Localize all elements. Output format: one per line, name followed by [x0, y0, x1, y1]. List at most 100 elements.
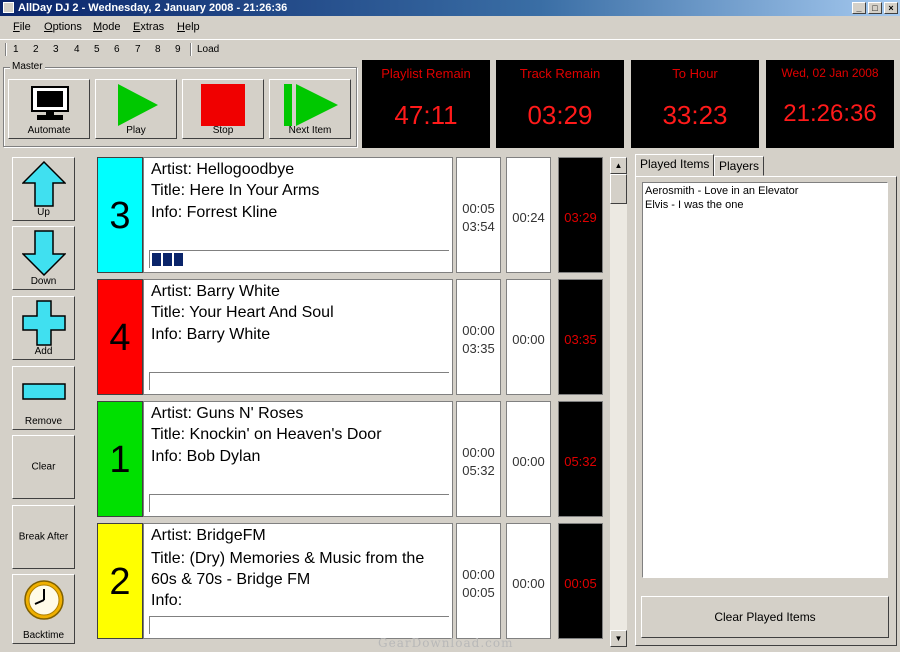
- arrow-down-icon: [21, 230, 67, 279]
- stop-label: Stop: [212, 125, 234, 136]
- break-after-label: Break After: [18, 531, 69, 543]
- remain-box: 00:05: [558, 523, 603, 639]
- scroll-up-arrow[interactable]: ▲: [610, 157, 627, 174]
- maximize-button[interactable]: □: [868, 2, 882, 14]
- hotkey-toolbar: 1 2 3 4 5 6 7 8 9 Load: [0, 39, 900, 58]
- down-label: Down: [30, 276, 57, 287]
- close-button[interactable]: ×: [884, 2, 898, 14]
- hotkey-6-button[interactable]: 6: [114, 44, 120, 55]
- progress-bar: [149, 616, 449, 634]
- playlist-item[interactable]: 1 Artist: Guns N' Roses Title: Knockin' …: [93, 398, 606, 518]
- clear-button[interactable]: Clear: [12, 435, 75, 499]
- display-caption: To Hour: [672, 66, 718, 81]
- progress-bar: [149, 494, 449, 512]
- item-artist: Artist: BridgeFM: [151, 527, 266, 544]
- playlist-item[interactable]: 4 Artist: Barry White Title: Your Heart …: [93, 276, 606, 396]
- item-details: Artist: Hellogoodbye Title: Here In Your…: [143, 157, 453, 273]
- stop-icon: [201, 84, 245, 129]
- to-hour-display: To Hour 33:23: [631, 60, 759, 148]
- remove-label: Remove: [24, 416, 63, 427]
- hotkey-9-button[interactable]: 9: [175, 44, 181, 55]
- item-info: Info:: [151, 592, 183, 609]
- playlist-item[interactable]: 2 Artist: BridgeFM Title: (Dry) Memories…: [93, 520, 606, 640]
- minimize-button[interactable]: _: [852, 2, 866, 14]
- item-number: 2: [97, 523, 143, 639]
- scroll-down-arrow[interactable]: ▼: [610, 630, 627, 647]
- hotkey-4-button[interactable]: 4: [74, 44, 80, 55]
- menu-help[interactable]: Help: [177, 21, 200, 33]
- progress-block: [152, 253, 161, 266]
- intro-box: 00:24: [506, 157, 551, 273]
- item-intro: 00:24: [512, 210, 545, 225]
- position-length-box: 00:05 03:54: [456, 157, 501, 273]
- hotkey-5-button[interactable]: 5: [94, 44, 100, 55]
- list-item[interactable]: Elvis - I was the one: [645, 199, 743, 211]
- backtime-button[interactable]: Backtime: [12, 574, 75, 644]
- track-remain-display: Track Remain 03:29: [496, 60, 624, 148]
- menu-options[interactable]: Options: [44, 21, 82, 33]
- progress-block: [163, 253, 172, 266]
- hotkey-2-button[interactable]: 2: [33, 44, 39, 55]
- item-artist: Artist: Barry White: [151, 283, 280, 300]
- master-label: Master: [10, 61, 45, 72]
- stop-button[interactable]: Stop: [182, 79, 264, 139]
- arrow-up-icon: [21, 160, 67, 210]
- item-length: 00:05: [462, 585, 495, 600]
- playlist-remain-display: Playlist Remain 47:11: [362, 60, 490, 148]
- tab-played-items[interactable]: Played Items: [635, 154, 715, 176]
- item-intro: 00:00: [512, 454, 545, 469]
- item-title: Title: Here In Your Arms: [151, 182, 320, 199]
- item-position: 00:00: [462, 567, 495, 582]
- item-remain: 03:35: [564, 332, 597, 347]
- item-info: Info: Barry White: [151, 326, 271, 343]
- clear-played-items-button[interactable]: Clear Played Items: [641, 596, 889, 638]
- item-title: Title: Knockin' on Heaven's Door: [151, 426, 382, 443]
- minus-icon: [22, 383, 66, 404]
- playlist-item[interactable]: 3 Artist: Hellogoodbye Title: Here In Yo…: [93, 154, 606, 274]
- item-position: 00:00: [462, 323, 495, 338]
- clear-label: Clear: [31, 461, 56, 473]
- automate-button[interactable]: Automate: [8, 79, 90, 139]
- clock-display: Wed, 02 Jan 2008 21:26:36: [766, 60, 894, 148]
- toolbar-separator: [190, 43, 192, 56]
- item-remain: 03:29: [564, 210, 597, 225]
- item-number: 4: [97, 279, 143, 395]
- play-button[interactable]: Play: [95, 79, 177, 139]
- up-button[interactable]: Up: [12, 157, 75, 221]
- next-item-label: Next Item: [288, 125, 332, 136]
- tab-players[interactable]: Players: [714, 156, 765, 176]
- progress-bar: [149, 250, 449, 268]
- display-value: 21:26:36: [783, 100, 877, 127]
- menu-file[interactable]: File: [13, 21, 31, 33]
- item-artist: Artist: Guns N' Roses: [151, 405, 304, 422]
- backtime-label: Backtime: [22, 630, 65, 641]
- hotkey-1-button[interactable]: 1: [13, 44, 19, 55]
- intro-box: 00:00: [506, 523, 551, 639]
- load-button[interactable]: Load: [197, 44, 219, 55]
- play-icon: [118, 84, 158, 129]
- item-length: 03:54: [462, 219, 495, 234]
- playlist-scrollbar[interactable]: ▲ ▼: [610, 157, 627, 647]
- list-item[interactable]: Aerosmith - Love in an Elevator: [645, 185, 798, 197]
- scroll-thumb[interactable]: [610, 174, 627, 204]
- hotkey-8-button[interactable]: 8: [155, 44, 161, 55]
- remain-box: 03:29: [558, 157, 603, 273]
- item-position: 00:05: [462, 201, 495, 216]
- break-after-button[interactable]: Break After: [12, 505, 75, 569]
- item-remain: 00:05: [564, 576, 597, 591]
- title-bar: AllDay DJ 2 - Wednesday, 2 January 2008 …: [0, 0, 900, 16]
- item-position: 00:00: [462, 445, 495, 460]
- item-details: Artist: Guns N' Roses Title: Knockin' on…: [143, 401, 453, 517]
- menu-extras[interactable]: Extras: [133, 21, 164, 33]
- next-item-button[interactable]: Next Item: [269, 79, 351, 139]
- remove-button[interactable]: Remove: [12, 366, 75, 430]
- menu-bar: File Options Mode Extras Help: [0, 18, 900, 37]
- down-button[interactable]: Down: [12, 226, 75, 290]
- item-details: Artist: Barry White Title: Your Heart An…: [143, 279, 453, 395]
- played-items-list[interactable]: Aerosmith - Love in an Elevator Elvis - …: [642, 182, 888, 578]
- hotkey-3-button[interactable]: 3: [53, 44, 59, 55]
- menu-mode[interactable]: Mode: [93, 21, 121, 33]
- item-number: 1: [97, 401, 143, 517]
- add-button[interactable]: Add: [12, 296, 75, 360]
- hotkey-7-button[interactable]: 7: [135, 44, 141, 55]
